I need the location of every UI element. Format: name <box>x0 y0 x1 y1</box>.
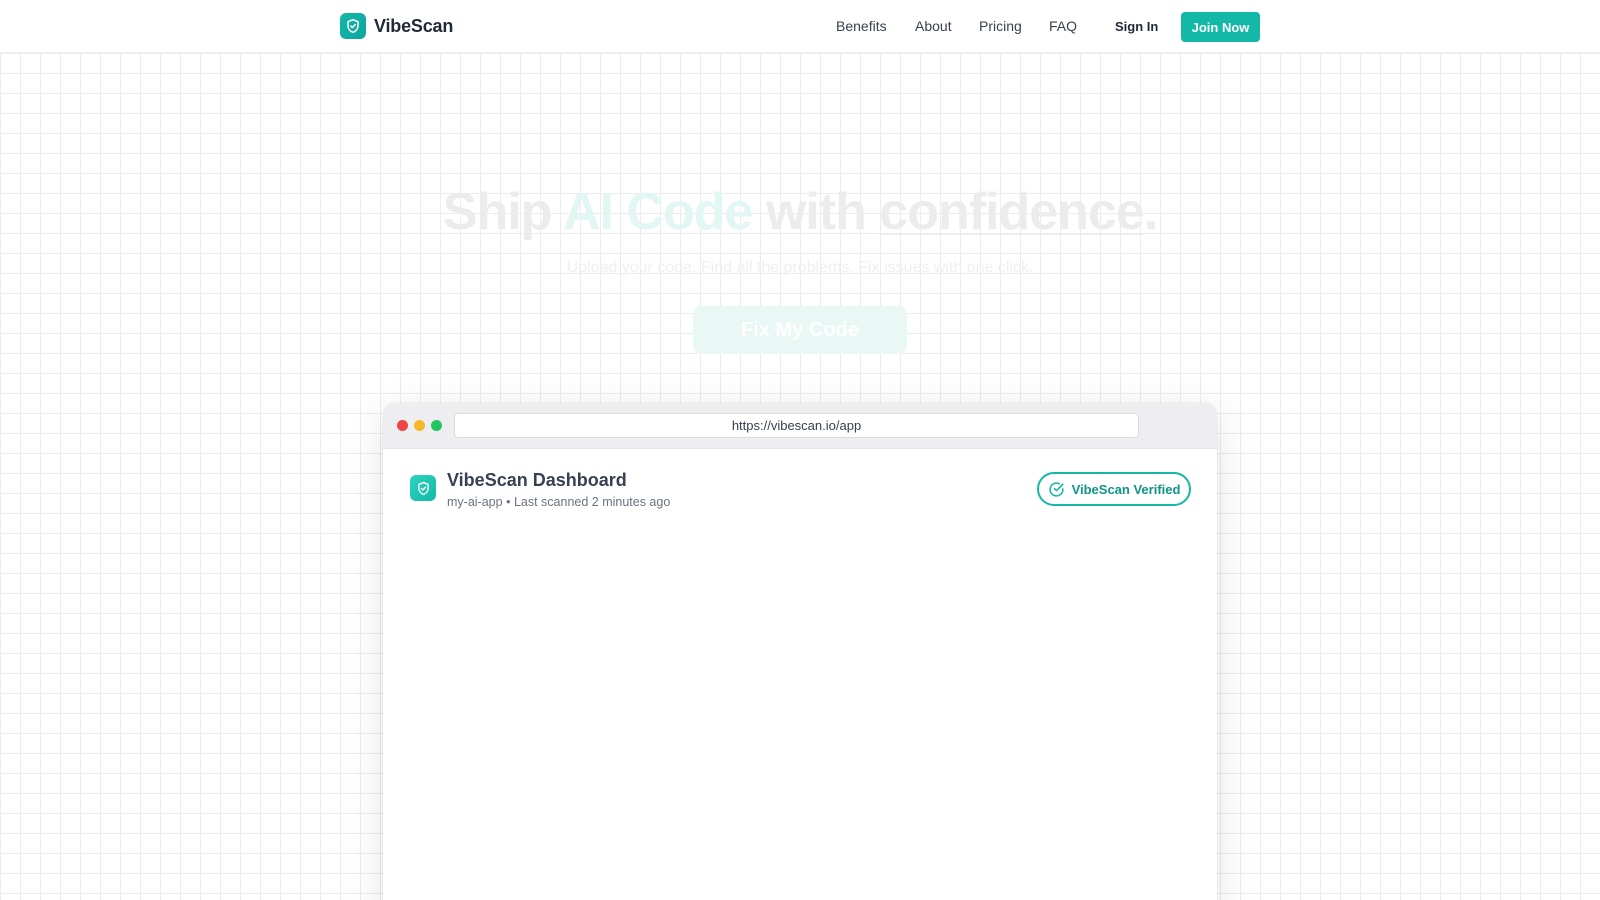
meta-separator: • <box>506 495 511 509</box>
sign-in-link[interactable]: Sign In <box>1115 19 1158 34</box>
fix-my-code-button[interactable]: Fix My Code <box>693 306 907 354</box>
project-name: my-ai-app <box>447 495 503 509</box>
dashboard-meta: my-ai-app • Last scanned 2 minutes ago <box>447 495 670 509</box>
hero-title-accent: AI Code <box>562 183 753 241</box>
url-bar: https://vibescan.io/app <box>454 413 1139 438</box>
hero-title: Ship AI Code with confidence. <box>0 182 1600 242</box>
hero-title-part2: with <box>752 183 880 241</box>
browser-toolbar: https://vibescan.io/app <box>383 403 1217 449</box>
nav-faq[interactable]: FAQ <box>1049 18 1077 34</box>
dashboard-title: VibeScan Dashboard <box>447 470 627 490</box>
last-scanned: Last scanned 2 minutes ago <box>513 495 671 509</box>
nav-pricing[interactable]: Pricing <box>979 18 1022 34</box>
logo[interactable]: VibeScan <box>340 13 453 39</box>
hero-title-underline: confidence <box>879 183 1144 241</box>
verified-badge-label: VibeScan Verified <box>1071 481 1181 497</box>
maximize-dot-icon <box>431 420 442 431</box>
check-circle-icon <box>1048 481 1065 498</box>
minimize-dot-icon <box>414 420 425 431</box>
nav-benefits[interactable]: Benefits <box>836 18 887 34</box>
browser-mockup: https://vibescan.io/app VibeScan Dashboa… <box>383 403 1217 900</box>
site-header: VibeScan Benefits About Pricing FAQ Sign… <box>0 0 1600 53</box>
verified-badge: VibeScan Verified <box>1037 472 1191 506</box>
shield-check-icon <box>410 475 436 501</box>
brand-name: VibeScan <box>374 15 454 36</box>
hero-title-end: . <box>1143 183 1158 241</box>
shield-check-icon <box>340 13 366 39</box>
hero-title-part1: Ship <box>442 183 563 241</box>
close-dot-icon <box>397 420 408 431</box>
join-now-button[interactable]: Join Now <box>1181 12 1260 42</box>
hero-subtitle: Upload your code. Find all the problems.… <box>566 259 1034 276</box>
nav-about[interactable]: About <box>915 18 952 34</box>
